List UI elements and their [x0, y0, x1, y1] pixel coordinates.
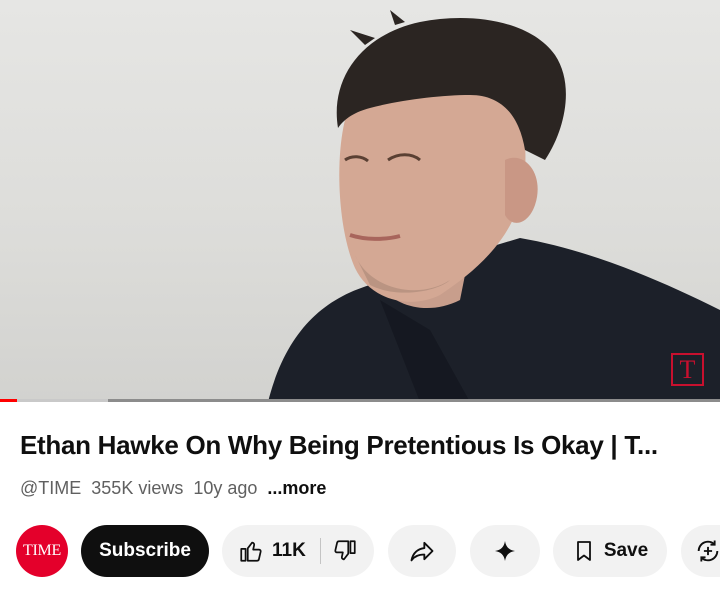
save-icon: [576, 541, 591, 561]
channel-handle[interactable]: @TIME: [20, 478, 81, 498]
dislike-button[interactable]: [332, 538, 358, 564]
remix-button[interactable]: [681, 525, 720, 577]
subscribe-button[interactable]: Subscribe: [81, 525, 209, 577]
progress-bar[interactable]: [0, 399, 720, 402]
avatar-text: TIME: [23, 542, 61, 559]
more-link[interactable]: ...more: [267, 478, 326, 498]
video-player[interactable]: T: [0, 0, 720, 402]
upload-age: 10y ago: [193, 478, 258, 498]
like-count: 11K: [272, 540, 306, 561]
sparkle-icon: [495, 541, 515, 561]
video-frame: [268, 10, 720, 402]
save-button[interactable]: Save: [553, 525, 667, 577]
dislike-icon: [334, 540, 356, 561]
progress-played: [0, 399, 18, 402]
remix-icon: [697, 540, 719, 562]
channel-watermark: T: [671, 353, 704, 386]
like-icon: [240, 541, 262, 562]
share-button[interactable]: [388, 525, 456, 577]
share-icon: [410, 541, 434, 562]
ask-ai-button[interactable]: [470, 525, 540, 577]
like-button[interactable]: 11K: [238, 538, 306, 564]
video-title[interactable]: Ethan Hawke On Why Being Pretentious Is …: [20, 430, 710, 461]
save-label: Save: [603, 540, 649, 561]
action-row: TIME Subscribe 11K Save: [0, 522, 720, 578]
avatar[interactable]: TIME: [16, 525, 68, 577]
view-count: 355K views: [91, 478, 184, 498]
like-dislike-group: 11K: [222, 525, 374, 577]
video-meta: @TIME 355K views 10y ago ...more: [20, 478, 336, 499]
channel-watermark-letter: T: [679, 354, 696, 384]
